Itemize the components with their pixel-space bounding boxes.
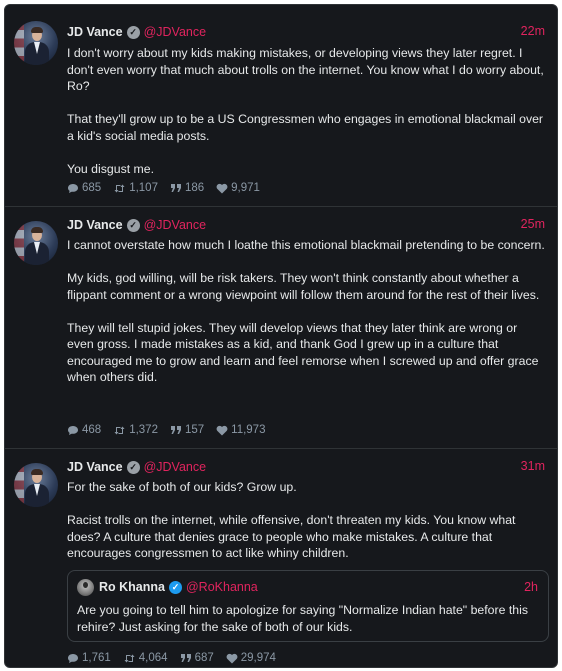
author-handle[interactable]: @JDVance [144, 460, 206, 474]
retweet-count: 1,372 [129, 424, 158, 436]
retweet-count: 4,064 [138, 652, 168, 664]
quote-icon [170, 426, 181, 434]
retweet-icon [114, 426, 125, 434]
retweet-icon [124, 654, 135, 662]
retweet-count: 1,107 [129, 182, 158, 194]
author-name[interactable]: JD Vance [67, 460, 123, 474]
tweet-stats: 685 1,107 186 9,971 [67, 182, 272, 194]
tweet-paragraph: Racist trolls on the internet, while off… [67, 513, 516, 560]
retweet-button[interactable]: 1,372 [113, 424, 158, 436]
tweet-paragraph: I cannot overstate how much I loathe thi… [67, 238, 545, 252]
verified-badge-icon: ✓ [126, 25, 140, 39]
quoted-author-name[interactable]: Ro Khanna [99, 580, 165, 594]
tweet-1[interactable]: JD Vance ✓ @JDVance 22m I don't worry ab… [5, 5, 557, 207]
like-button[interactable]: 29,974 [226, 652, 276, 664]
tweet-paragraph: You disgust me. [67, 161, 155, 176]
reply-count: 1,761 [82, 652, 111, 664]
reply-button[interactable]: 1,761 [67, 652, 111, 664]
timestamp[interactable]: 22m [521, 24, 545, 38]
quote-count: 186 [184, 182, 205, 194]
like-count: 9,971 [231, 182, 260, 194]
heart-icon [216, 425, 228, 435]
avatar[interactable] [14, 21, 58, 65]
reply-count: 685 [82, 182, 102, 194]
tweet-thread: JD Vance ✓ @JDVance 22m I don't worry ab… [4, 4, 558, 668]
tweet-text: I cannot overstate how much I loathe thi… [67, 237, 545, 386]
heart-icon [216, 183, 228, 193]
timestamp[interactable]: 31m [521, 459, 545, 473]
quote-button[interactable]: 186 [170, 182, 204, 194]
quoted-avatar[interactable] [77, 579, 94, 596]
like-button[interactable]: 9,971 [216, 182, 260, 194]
verified-badge-icon: ✓ [168, 580, 182, 594]
author-handle[interactable]: @JDVance [144, 218, 206, 232]
author-name[interactable]: JD Vance [67, 218, 123, 232]
like-button[interactable]: 11,973 [216, 424, 265, 436]
tweet-header: JD Vance ✓ @JDVance [67, 23, 206, 41]
reply-icon [68, 653, 78, 663]
tweet-text: I don't worry about my kids making mista… [67, 45, 545, 177]
quote-count: 157 [184, 424, 205, 436]
tweet-header: JD Vance ✓ @JDVance [67, 216, 206, 234]
reply-icon [68, 183, 78, 193]
tweet-paragraph: My kids, god willing, will be risk taker… [67, 271, 540, 302]
quoted-text: Are you going to tell him to apologize f… [77, 603, 528, 634]
like-count: 29,974 [240, 652, 276, 664]
quote-button[interactable]: 157 [170, 424, 204, 436]
reply-icon [68, 425, 78, 435]
retweet-icon [114, 184, 125, 192]
tweet-paragraph: That they'll grow up to be a US Congress… [67, 112, 544, 143]
reply-button[interactable]: 685 [67, 182, 101, 194]
author-name[interactable]: JD Vance [67, 25, 123, 39]
tweet-paragraph: For the sake of both of our kids? Grow u… [67, 480, 297, 494]
quoted-header: Ro Khanna ✓ @RoKhanna [99, 578, 258, 596]
tweet-paragraph: I don't worry about my kids making mista… [67, 46, 544, 93]
tweet-text: For the sake of both of our kids? Grow u… [67, 479, 545, 562]
quote-icon [170, 184, 181, 192]
timestamp[interactable]: 25m [521, 217, 545, 231]
quoted-author-handle[interactable]: @RoKhanna [186, 580, 258, 594]
avatar[interactable] [14, 221, 58, 265]
verified-badge-icon: ✓ [126, 218, 140, 232]
author-handle[interactable]: @JDVance [144, 25, 206, 39]
tweet-paragraph: They will tell stupid jokes. They will d… [67, 320, 539, 385]
retweet-button[interactable]: 1,107 [113, 182, 158, 194]
quote-count: 687 [194, 652, 214, 664]
tweet-header: JD Vance ✓ @JDVance [67, 458, 206, 476]
tweet-stats: 468 1,372 157 11,973 [67, 424, 277, 436]
verified-badge-icon: ✓ [126, 460, 140, 474]
quote-icon [180, 654, 191, 662]
tweet-stats: 1,761 4,064 687 29,974 [67, 652, 288, 664]
quote-button[interactable]: 687 [180, 652, 214, 664]
quoted-timestamp[interactable]: 2h [524, 580, 538, 594]
avatar[interactable] [14, 463, 58, 507]
reply-button[interactable]: 468 [67, 424, 101, 436]
quoted-tweet[interactable]: Ro Khanna ✓ @RoKhanna 2h Are you going t… [67, 570, 549, 642]
reply-count: 468 [82, 424, 102, 436]
tweet-2[interactable]: JD Vance ✓ @JDVance 25m I cannot oversta… [5, 207, 557, 449]
heart-icon [226, 653, 238, 663]
retweet-button[interactable]: 4,064 [123, 652, 168, 664]
tweet-3[interactable]: JD Vance ✓ @JDVance 31m For the sake of … [5, 449, 557, 667]
like-count: 11,973 [231, 424, 266, 436]
